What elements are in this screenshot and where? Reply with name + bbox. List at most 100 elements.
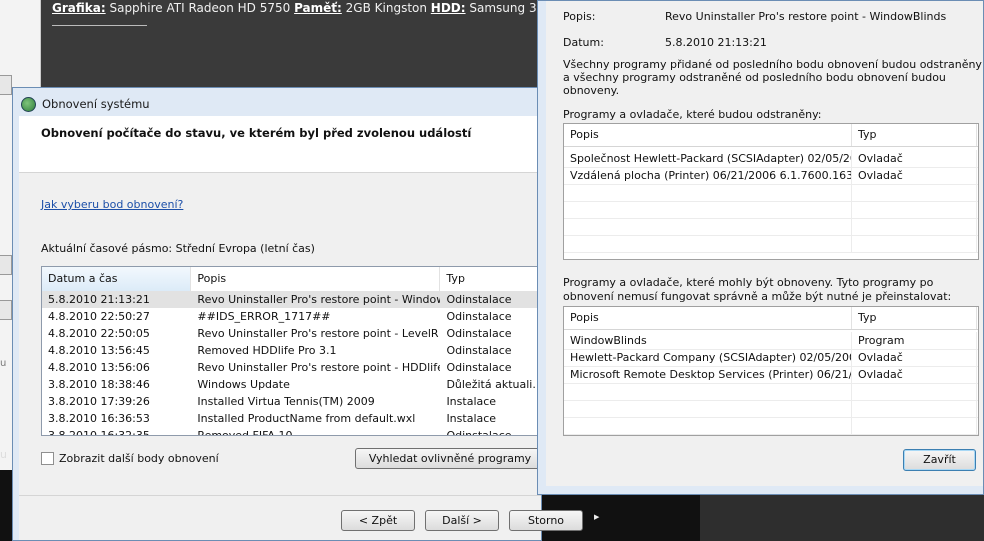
show-more-label: Zobrazit další body obnovení	[59, 452, 219, 465]
row-description: Microsoft Remote Desktop Services (Print…	[564, 366, 852, 383]
background-button	[0, 255, 12, 275]
row-description: Removed HDDlife Pro 3.1	[197, 344, 337, 357]
row-type: Důležitá aktuali...	[446, 378, 543, 391]
row-date: 4.8.2010 13:56:06	[48, 361, 150, 374]
table-row[interactable]: 4.8.2010 13:56:45 Removed HDDlife Pro 3.1…	[42, 342, 550, 359]
hardware-spec-line: Grafika: Sapphire ATI Radeon HD 5750 Pam…	[52, 1, 561, 15]
description-label: Popis:	[563, 10, 596, 23]
ram-label: Paměť:	[294, 1, 342, 15]
row-type: Ovladač	[852, 150, 977, 167]
empty-row	[564, 184, 978, 202]
background-bottom-panel	[700, 495, 984, 541]
row-type: Odinstalace	[446, 310, 512, 323]
row-description: Revo Uninstaller Pro's restore point - L…	[197, 327, 439, 340]
table-row[interactable]: Microsoft Remote Desktop Services (Print…	[564, 366, 978, 384]
system-restore-window: Obnovení systému Obnovení počítače do st…	[12, 87, 583, 541]
help-link[interactable]: Jak vyberu bod obnovení?	[41, 198, 183, 211]
row-description: Vzdálená plocha (Printer) 06/21/2006 6.1…	[564, 167, 852, 184]
row-description: Windows Update	[197, 378, 290, 391]
background-button	[0, 300, 12, 320]
row-date: 3.8.2010 18:38:46	[48, 378, 150, 391]
restore-point-list[interactable]: Datum a čas Popis Typ 5.8.2010 21:13:21 R…	[41, 266, 551, 436]
table-row[interactable]: 4.8.2010 22:50:05 Revo Uninstaller Pro's …	[42, 325, 550, 342]
table-row[interactable]: 3.8.2010 16:36:53 Installed ProductName f…	[42, 410, 550, 427]
table-row[interactable]: 3.8.2010 17:39:26 Installed Virtua Tennis…	[42, 393, 550, 410]
column-header-type[interactable]: Typ	[852, 124, 977, 146]
column-header-description[interactable]: Popis	[191, 267, 441, 291]
window-title: Obnovení systému	[42, 97, 150, 111]
row-description: WindowBlinds	[564, 332, 852, 349]
table-row[interactable]: 3.8.2010 18:38:46 Windows Update Důležitá …	[42, 376, 550, 393]
row-date: 3.8.2010 17:39:26	[48, 395, 150, 408]
row-type: Instalace	[446, 395, 497, 408]
list-header: Datum a čas Popis Typ	[42, 267, 550, 292]
gpu-value: Sapphire ATI Radeon HD 5750	[109, 1, 291, 15]
empty-row	[564, 383, 978, 401]
row-date: 4.8.2010 13:56:45	[48, 344, 150, 357]
back-button[interactable]: < Zpět	[341, 510, 415, 531]
row-description: Revo Uninstaller Pro's restore point - W…	[197, 293, 441, 306]
empty-row	[564, 218, 978, 236]
affected-programs-window: Popis: Revo Uninstaller Pro's restore po…	[537, 0, 984, 495]
column-header-description[interactable]: Popis	[564, 307, 852, 329]
column-header-type[interactable]: Typ	[852, 307, 977, 329]
background-text-fragment: u	[0, 358, 7, 369]
empty-row	[564, 201, 978, 219]
table-row[interactable]: 5.8.2010 21:13:21 Revo Uninstaller Pro's …	[42, 291, 550, 308]
row-description: Installed ProductName from default.wxl	[197, 412, 416, 425]
spec-separator	[52, 25, 147, 26]
removed-list-header: Popis Typ	[564, 124, 978, 147]
row-description: ##IDS_ERROR_1717##	[197, 310, 331, 323]
row-type: Ovladač	[852, 349, 977, 366]
row-date: 4.8.2010 22:50:05	[48, 327, 150, 340]
row-date: 3.8.2010 16:36:53	[48, 412, 150, 425]
info-text: Všechny programy přidané od posledního b…	[563, 58, 982, 97]
mouse-pointer-icon: ▶	[594, 513, 600, 521]
restored-programs-list[interactable]: Popis Typ WindowBlinds Program Hewlett-Pa…	[563, 306, 979, 436]
table-row[interactable]: Vzdálená plocha (Printer) 06/21/2006 6.1…	[564, 167, 978, 185]
table-row[interactable]: Hewlett-Packard Company (SCSIAdapter) 02…	[564, 349, 978, 367]
removed-programs-list[interactable]: Popis Typ Společnost Hewlett-Packard (SC…	[563, 123, 979, 260]
next-button[interactable]: Další >	[425, 510, 499, 531]
affected-window-content: Popis: Revo Uninstaller Pro's restore po…	[546, 1, 983, 486]
restored-section-title: Programy a ovladače, které mohly být obn…	[563, 276, 952, 303]
row-type: Odinstalace	[446, 327, 512, 340]
column-header-description[interactable]: Popis	[564, 124, 852, 146]
show-more-checkbox[interactable]: Zobrazit další body obnovení	[41, 452, 219, 465]
restored-list-header: Popis Typ	[564, 307, 978, 330]
table-row[interactable]: Společnost Hewlett-Packard (SCSIAdapter)…	[564, 150, 978, 168]
row-date: 5.8.2010 21:13:21	[48, 293, 150, 306]
table-row[interactable]: WindowBlinds Program	[564, 332, 978, 350]
row-description: Removed FIFA 10	[197, 429, 293, 436]
header-panel: Obnovení počítače do stavu, ve kterém by…	[19, 116, 541, 173]
ram-value: 2GB Kingston	[345, 1, 427, 15]
removed-section-title: Programy a ovladače, které budou odstran…	[563, 108, 822, 121]
footer-separator	[19, 495, 541, 496]
row-type: Ovladač	[852, 167, 977, 184]
column-header-type[interactable]: Typ	[440, 267, 550, 291]
checkbox-box[interactable]	[41, 452, 54, 465]
header-text: Obnovení počítače do stavu, ve kterém by…	[41, 126, 472, 140]
row-description: Installed Virtua Tennis(TM) 2009	[197, 395, 375, 408]
empty-row	[564, 417, 978, 435]
date-value: 5.8.2010 21:13:21	[665, 36, 767, 49]
system-restore-icon	[21, 96, 36, 112]
scan-affected-programs-button[interactable]: Vyhledat ovlivněné programy	[355, 448, 545, 469]
row-description: Hewlett-Packard Company (SCSIAdapter) 02…	[564, 349, 852, 366]
row-type: Odinstalace	[446, 429, 512, 436]
empty-row	[564, 235, 978, 253]
window-title-bar: Obnovení systému	[21, 94, 150, 114]
row-type: Odinstalace	[446, 293, 512, 306]
row-date: 3.8.2010 16:32:35	[48, 429, 150, 436]
row-description: Společnost Hewlett-Packard (SCSIAdapter)…	[564, 150, 852, 167]
row-type: Instalace	[446, 412, 497, 425]
row-type: Program	[852, 332, 977, 349]
timezone-label: Aktuální časové pásmo: Střední Evropa (l…	[41, 242, 315, 255]
table-row[interactable]: 3.8.2010 16:32:35 Removed FIFA 10 Odinstal…	[42, 427, 550, 436]
table-row[interactable]: 4.8.2010 22:50:27 ##IDS_ERROR_1717## Odins…	[42, 308, 550, 325]
close-button[interactable]: Zavřít	[903, 449, 976, 471]
column-header-date[interactable]: Datum a čas	[42, 267, 192, 291]
cancel-button[interactable]: Storno	[509, 510, 583, 531]
table-row[interactable]: 4.8.2010 13:56:06 Revo Uninstaller Pro's …	[42, 359, 550, 376]
row-description: Revo Uninstaller Pro's restore point - H…	[197, 361, 441, 374]
